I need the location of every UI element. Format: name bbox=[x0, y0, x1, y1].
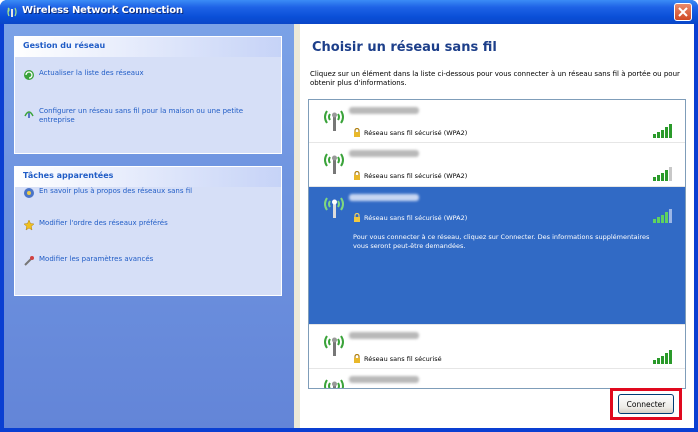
task-label: En savoir plus à propos des réseaux sans… bbox=[39, 187, 193, 195]
highlight-box bbox=[610, 388, 682, 420]
related-tasks-group: Tâches apparentées En savoir plus à prop… bbox=[14, 166, 282, 296]
network-tasks-header: Gestion du réseau bbox=[15, 37, 281, 57]
network-description: Pour vous connecter à ce réseau, cliquez… bbox=[353, 233, 650, 250]
network-security-label: Réseau sans fil sécurisé (WPA2) bbox=[364, 171, 468, 180]
refresh-icon bbox=[24, 70, 34, 80]
network-security: Réseau sans fil sécurisé (WPA2) bbox=[353, 171, 467, 180]
related-tasks-header: Tâches apparentées bbox=[15, 167, 281, 187]
network-name-redacted bbox=[349, 376, 419, 383]
wireless-antenna-icon bbox=[324, 153, 344, 174]
signal-strength-icon bbox=[653, 209, 672, 223]
network-security: Réseau sans fil sécurisé (WPA2) bbox=[353, 213, 467, 222]
task-learn-wireless[interactable]: En savoir plus à propos des réseaux sans… bbox=[23, 187, 267, 199]
network-item[interactable]: Réseau sans fil sécurisé (WPA2) bbox=[309, 143, 685, 187]
network-item[interactable]: Réseau sans fil sécurisé (WPA2) bbox=[309, 100, 685, 143]
window-client-area: Gestion du réseau Actualiser la liste de… bbox=[4, 24, 694, 428]
task-pane: Gestion du réseau Actualiser la liste de… bbox=[4, 24, 294, 428]
wireless-antenna-icon bbox=[324, 110, 344, 131]
network-item-selected[interactable]: Réseau sans fil sécurisé (WPA2) Pour vou… bbox=[309, 187, 685, 325]
setup-network-icon bbox=[24, 111, 34, 118]
wireless-antenna-icon bbox=[324, 379, 344, 388]
signal-strength-icon bbox=[653, 124, 672, 138]
settings-icon bbox=[24, 256, 34, 266]
task-setup-network[interactable]: Configurer un réseau sans fil pour la ma… bbox=[23, 107, 267, 125]
page-title: Choisir un réseau sans fil bbox=[312, 40, 497, 55]
network-list-area: Choisir un réseau sans fil Cliquez sur u… bbox=[300, 24, 694, 428]
network-tasks-group: Gestion du réseau Actualiser la liste de… bbox=[14, 36, 282, 154]
network-item[interactable]: Réseau sans fil sécurisé bbox=[309, 325, 685, 369]
network-list[interactable]: Réseau sans fil sécurisé (WPA2) Réseau s… bbox=[308, 99, 686, 389]
network-security: Réseau sans fil sécurisé bbox=[353, 354, 442, 363]
help-icon bbox=[24, 188, 34, 198]
lock-icon bbox=[354, 213, 360, 222]
network-security-label: Réseau sans fil sécurisé bbox=[364, 354, 442, 363]
network-name-redacted bbox=[349, 332, 419, 339]
close-icon bbox=[678, 7, 688, 17]
lock-icon bbox=[354, 354, 360, 363]
task-change-order[interactable]: Modifier l'ordre des réseaux préférés bbox=[23, 219, 267, 231]
lock-icon bbox=[354, 128, 360, 137]
wireless-antenna-icon bbox=[324, 335, 344, 356]
close-button[interactable] bbox=[674, 3, 692, 21]
task-label: Configurer un réseau sans fil pour la ma… bbox=[39, 107, 244, 124]
star-icon bbox=[23, 219, 35, 231]
network-security-label: Réseau sans fil sécurisé (WPA2) bbox=[364, 128, 468, 137]
wireless-antenna-icon bbox=[324, 197, 344, 218]
task-label: Actualiser la liste des réseaux bbox=[39, 69, 144, 77]
wireless-network-window: Wireless Network Connection Gestion du r… bbox=[0, 0, 698, 432]
wireless-icon bbox=[7, 7, 17, 17]
signal-strength-icon bbox=[653, 350, 672, 364]
title-bar[interactable]: Wireless Network Connection bbox=[0, 0, 698, 24]
signal-strength-icon bbox=[653, 167, 672, 181]
lock-icon bbox=[354, 171, 360, 180]
network-name-redacted bbox=[349, 150, 419, 157]
network-name-redacted bbox=[349, 107, 419, 114]
network-security-label: Réseau sans fil sécurisé (WPA2) bbox=[364, 213, 468, 222]
window-title: Wireless Network Connection bbox=[22, 5, 183, 16]
network-item[interactable] bbox=[309, 369, 685, 388]
network-security: Réseau sans fil sécurisé (WPA2) bbox=[353, 128, 467, 137]
task-refresh-networks[interactable]: Actualiser la liste des réseaux bbox=[23, 69, 267, 81]
instructions-text: Cliquez sur un élément dans la liste ci-… bbox=[310, 70, 680, 87]
task-advanced-settings[interactable]: Modifier les paramètres avancés bbox=[23, 255, 267, 267]
task-label: Modifier les paramètres avancés bbox=[39, 255, 154, 263]
task-label: Modifier l'ordre des réseaux préférés bbox=[39, 219, 168, 227]
network-name-redacted bbox=[349, 194, 419, 201]
